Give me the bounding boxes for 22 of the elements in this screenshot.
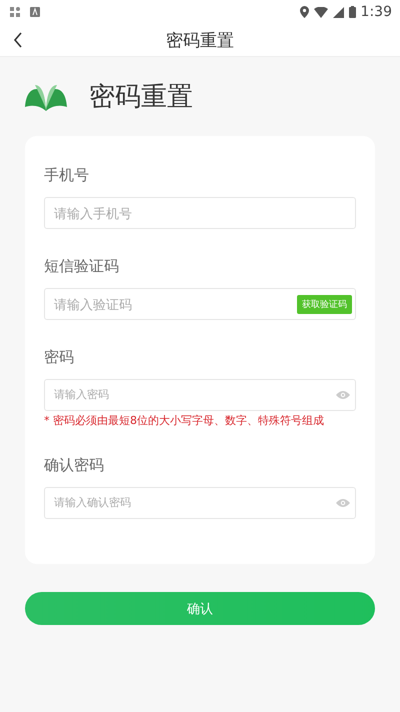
app-icon — [30, 7, 40, 17]
field-label: 短信验证码 — [44, 257, 120, 276]
password-field[interactable]: 请输入密码 — [44, 379, 356, 411]
password-rule-hint: * 密码必须由最短8位的大小写字母、数字、特殊符号组成 — [44, 413, 325, 428]
field-label: 确认密码 — [44, 456, 105, 475]
clock-time: 1:39 — [360, 4, 392, 20]
heading: 密码重置 — [89, 81, 193, 114]
password-field[interactable]: 请输入确认密码 — [44, 487, 356, 519]
eye-icon[interactable] — [336, 390, 350, 400]
wifi-icon — [314, 6, 328, 18]
page-title: 密码重置 — [166, 30, 234, 52]
notification-icon — [10, 7, 20, 17]
eye-icon[interactable] — [336, 498, 350, 508]
get-code-button[interactable]: 获取验证码 — [297, 295, 352, 314]
field-label: 密码 — [44, 348, 75, 367]
battery-icon — [348, 6, 356, 18]
field-label: 手机号 — [44, 166, 90, 185]
phone-field[interactable]: 请输入手机号 — [44, 197, 356, 229]
book-logo-icon — [25, 82, 67, 110]
confirm-button[interactable]: 确认 — [25, 592, 375, 625]
signal-icon — [332, 6, 344, 18]
location-icon — [300, 6, 309, 18]
